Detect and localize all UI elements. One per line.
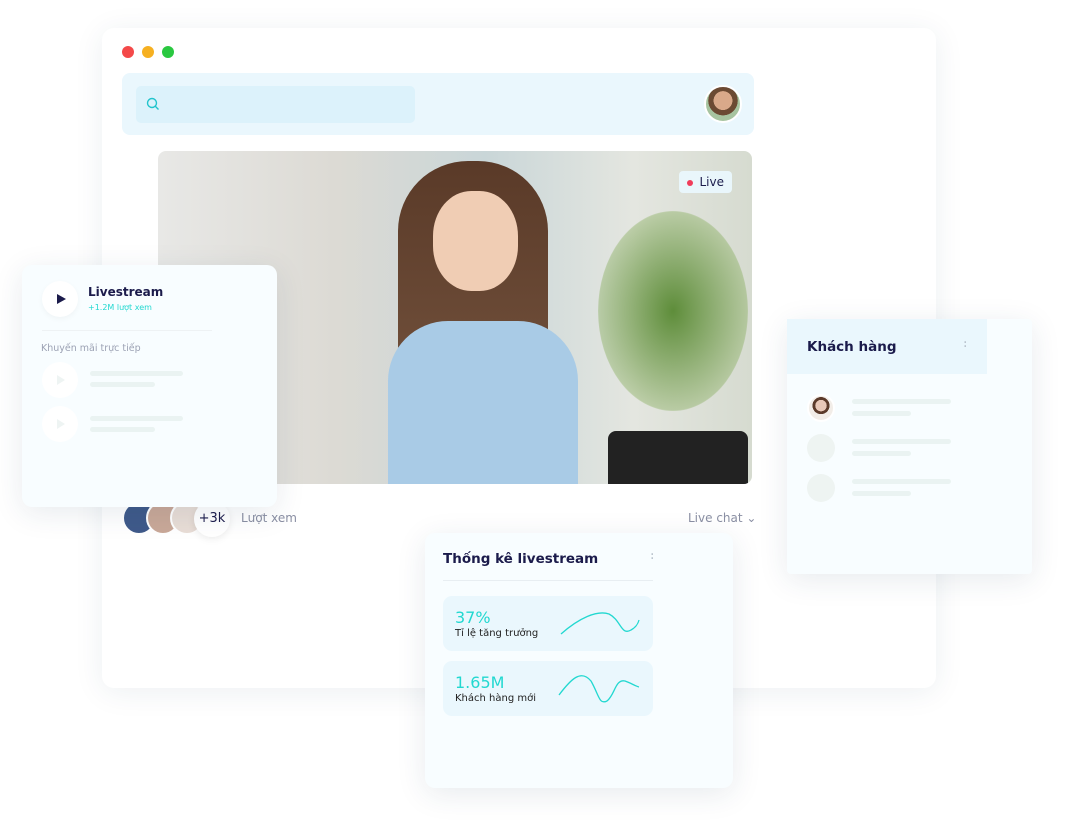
more-options-icon[interactable]: · · [963, 336, 967, 354]
user-avatar[interactable] [704, 85, 742, 123]
live-chat-button[interactable]: Live chat ⌄ [688, 511, 756, 525]
stats-title: Thống kê livestream [443, 551, 599, 567]
play-icon [57, 375, 65, 385]
play-icon [57, 294, 66, 304]
divider [443, 580, 653, 581]
livestream-title: Livestream [88, 285, 164, 299]
customer-avatar[interactable] [807, 474, 835, 502]
customer-avatar[interactable] [807, 394, 835, 422]
customers-title: Khách hàng [807, 339, 897, 355]
livestream-views: +1.2M lượt xem [88, 303, 152, 312]
maximize-window-button[interactable] [162, 46, 174, 58]
stat-label: Tỉ lệ tăng trưởng [455, 628, 539, 639]
customer-avatar[interactable] [807, 434, 835, 462]
stat-value: 37% [455, 608, 491, 627]
stat-label: Khách hàng mới [455, 693, 537, 704]
stat-new-customers: 1.65M Khách hàng mới [443, 661, 653, 716]
play-button[interactable] [42, 281, 78, 317]
promo-item[interactable] [42, 406, 78, 442]
divider [42, 330, 212, 331]
live-chat-label: Live chat [688, 511, 743, 525]
sparkline [560, 612, 640, 635]
customers-card: Khách hàng · · [787, 319, 1032, 574]
minimize-window-button[interactable] [142, 46, 154, 58]
section-label: Khuyến mãi trực tiếp [41, 343, 141, 354]
livestream-card: Livestream +1.2M lượt xem Khuyến mãi trự… [22, 265, 277, 507]
stat-growth: 37% Tỉ lệ tăng trưởng [443, 596, 653, 651]
close-window-button[interactable] [122, 46, 134, 58]
promo-item[interactable] [42, 362, 78, 398]
play-icon [57, 419, 65, 429]
live-badge: Live [679, 171, 732, 193]
search-icon [146, 97, 159, 110]
more-options-icon[interactable]: · · [650, 548, 654, 566]
stats-card: Thống kê livestream · · 37% Tỉ lệ tăng tr… [425, 533, 733, 788]
customers-header: Khách hàng · · [787, 319, 987, 374]
sparkline [558, 675, 640, 703]
chevron-down-icon: ⌄ [746, 511, 757, 525]
stat-value: 1.65M [455, 673, 505, 692]
viewers-label: Lượt xem [241, 511, 297, 525]
top-bar [122, 73, 754, 135]
search-input[interactable] [136, 86, 415, 123]
